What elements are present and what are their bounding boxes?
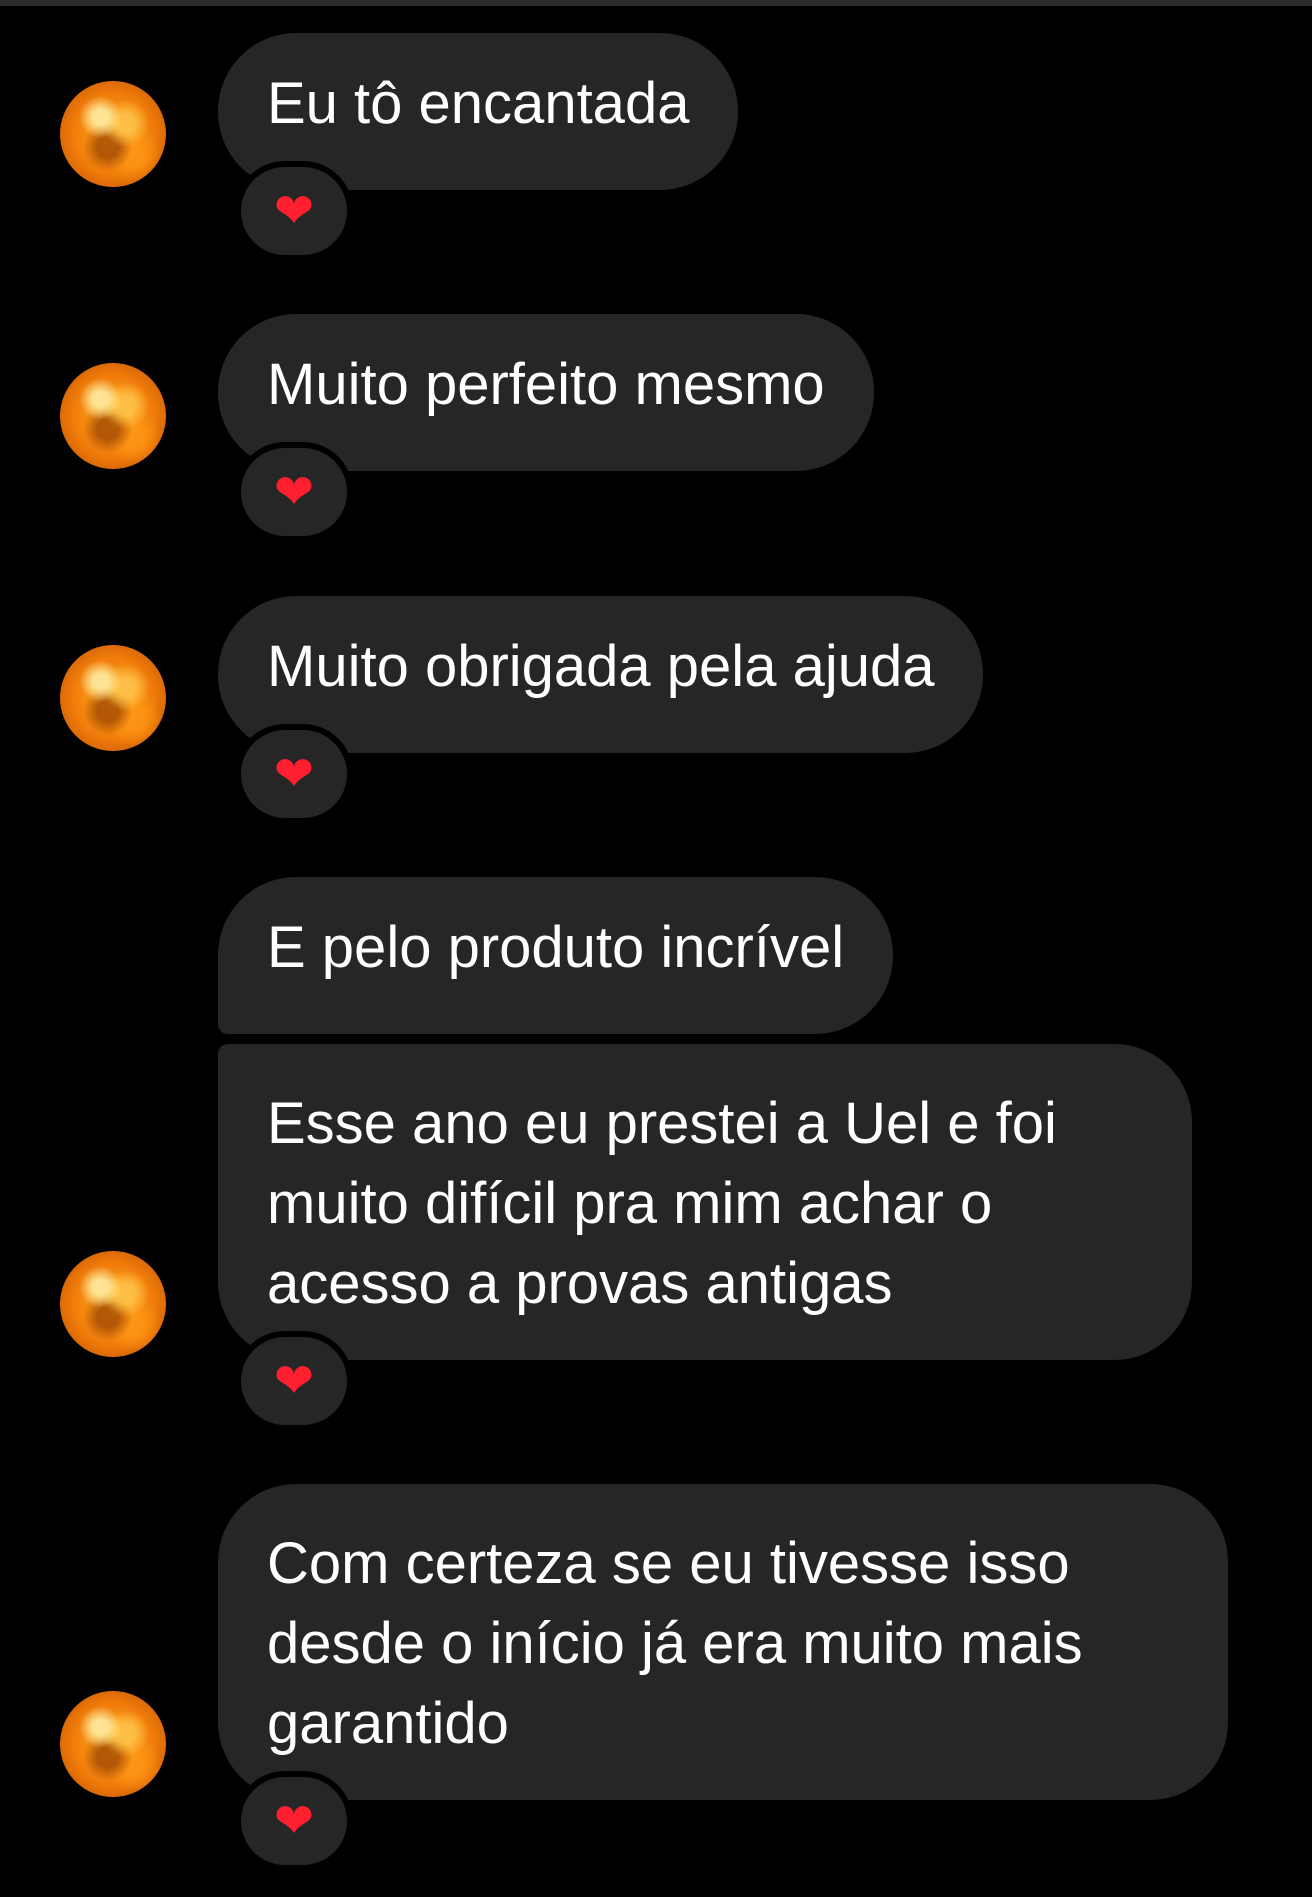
message-text: Muito obrigada pela ajuda	[267, 634, 935, 699]
message-bubble[interactable]: Muito obrigada pela ajuda	[218, 596, 984, 753]
heart-icon: ❤	[273, 1793, 315, 1849]
message-bubble[interactable]: Com certeza se eu tivesse isso desde o i…	[218, 1484, 1228, 1800]
message-text-line: Com certeza se eu tivesse isso	[267, 1531, 1070, 1596]
message-text-line: acesso a provas antigas	[267, 1251, 893, 1316]
reaction-badge[interactable]: ❤	[235, 161, 353, 261]
reaction-badge[interactable]: ❤	[235, 442, 353, 542]
message-bubble[interactable]: E pelo produto incrível	[218, 877, 894, 1034]
heart-icon: ❤	[273, 746, 315, 802]
heart-icon: ❤	[273, 183, 315, 239]
top-divider	[0, 0, 1312, 6]
reaction-badge[interactable]: ❤	[235, 1771, 353, 1871]
message-text-line: desde o início já era muito mais	[267, 1611, 1083, 1676]
message-text-line: Esse ano eu prestei a Uel e foi	[267, 1091, 1057, 1156]
avatar[interactable]	[60, 645, 166, 751]
avatar[interactable]	[60, 363, 166, 469]
message-text-line: muito difícil pra mim achar o	[267, 1171, 993, 1236]
reaction-badge[interactable]: ❤	[235, 1331, 353, 1431]
avatar[interactable]	[60, 1691, 166, 1797]
reaction-badge[interactable]: ❤	[235, 724, 353, 824]
message-bubble[interactable]: Esse ano eu prestei a Uel e foi muito di…	[218, 1044, 1192, 1360]
avatar[interactable]	[60, 1251, 166, 1357]
message-text-line: garantido	[267, 1691, 509, 1756]
avatar[interactable]	[60, 81, 166, 187]
message-text: Muito perfeito mesmo	[267, 352, 825, 417]
message-text: E pelo produto incrível	[267, 915, 845, 980]
heart-icon: ❤	[273, 1353, 315, 1409]
message-text: Eu tô encantada	[267, 71, 690, 136]
heart-icon: ❤	[273, 464, 315, 520]
